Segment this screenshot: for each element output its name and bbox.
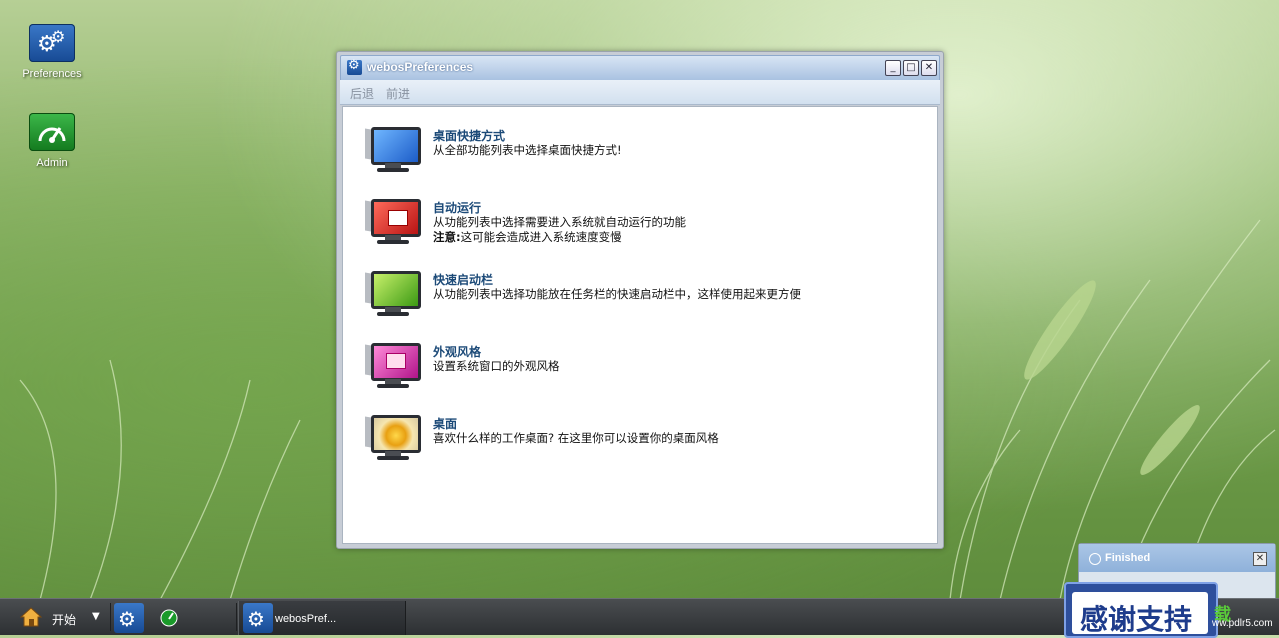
quick-launch-admin[interactable]: [154, 603, 184, 633]
gears-icon: ⚙: [118, 607, 136, 631]
pref-item-appearance[interactable]: 外观风格 设置系统窗口的外观风格: [363, 339, 923, 395]
gears-icon: ⚙: [243, 603, 273, 633]
desktop-icon-admin[interactable]: Admin: [17, 113, 87, 169]
pref-item-desc: 设置系统窗口的外观风格: [433, 359, 560, 373]
pref-item-desktop-shortcuts[interactable]: 桌面快捷方式 从全部功能列表中选择桌面快捷方式!: [363, 123, 923, 179]
watermark-site: ww.pdlr5.com: [1212, 618, 1273, 629]
window-titlebar[interactable]: ⚙ webosPreferences _ □ ✕: [340, 55, 940, 81]
watermark-banner: 感谢支持: [1064, 582, 1218, 638]
desktop-icon-label: Admin: [36, 157, 68, 169]
speedometer-icon: [160, 609, 178, 627]
note-text: 这可能会造成进入系统速度变慢: [460, 230, 622, 244]
taskbar-window-button[interactable]: ⚙ webosPref...: [238, 601, 406, 635]
close-button[interactable]: ✕: [921, 60, 937, 76]
window-title: webosPreferences: [367, 60, 474, 74]
quick-launch-preferences[interactable]: ⚙: [114, 603, 144, 633]
notification-title: Finished: [1105, 552, 1151, 564]
monitor-red-icon: [363, 195, 421, 247]
taskbar-window-label: webosPref...: [275, 613, 337, 625]
maximize-button[interactable]: □: [903, 60, 919, 76]
pref-item-desktop[interactable]: 桌面 喜欢什么样的工作桌面? 在这里你可以设置你的桌面风格: [363, 411, 923, 467]
desktop-icon-preferences[interactable]: ⚙ ⚙ Preferences: [17, 24, 87, 80]
chevron-down-icon[interactable]: ▼: [92, 611, 100, 622]
note-label: 注意:: [433, 230, 461, 244]
pref-item-desc: 从功能列表中选择功能放在任务栏的快速启动栏中，这样使用起来更方便: [433, 287, 801, 301]
desktop-icon-label: Preferences: [22, 68, 82, 80]
monitor-blue-icon: [363, 123, 421, 175]
pref-item-quick-launch[interactable]: 快速启动栏 从功能列表中选择功能放在任务栏的快速启动栏中，这样使用起来更方便: [363, 267, 923, 323]
pref-item-desc: 喜欢什么样的工作桌面? 在这里你可以设置你的桌面风格: [433, 431, 719, 445]
preferences-window: ⚙ webosPreferences _ □ ✕ 后退 前进 桌面快捷方式 从全…: [336, 51, 944, 549]
monitor-flower-icon: [363, 411, 421, 463]
minimize-button[interactable]: _: [885, 60, 901, 76]
clock-icon: [1089, 553, 1101, 565]
home-icon: [20, 607, 42, 627]
speedometer-icon: [29, 113, 75, 151]
notification-header: Finished ✕: [1079, 544, 1275, 572]
pref-item-note: 注意:这可能会造成进入系统速度变慢: [433, 229, 622, 245]
gears-icon: ⚙: [347, 58, 362, 75]
gears-icon: ⚙ ⚙: [29, 24, 75, 62]
preferences-list: 桌面快捷方式 从全部功能列表中选择桌面快捷方式! 自动运行 从功能列表中选择需要…: [342, 106, 938, 544]
pref-item-desc: 从功能列表中选择需要进入系统就自动运行的功能: [433, 215, 686, 229]
pref-item-autorun[interactable]: 自动运行 从功能列表中选择需要进入系统就自动运行的功能 注意:这可能会造成进入系…: [363, 195, 923, 251]
back-button[interactable]: 后退: [350, 85, 374, 102]
start-button[interactable]: 开始 ▼: [0, 599, 108, 635]
start-label: 开始: [52, 613, 77, 627]
watermark-text: 感谢支持: [1080, 603, 1193, 636]
pref-item-desc: 从全部功能列表中选择桌面快捷方式!: [433, 143, 622, 157]
notification-close-button[interactable]: ✕: [1253, 552, 1267, 566]
monitor-green-icon: [363, 267, 421, 319]
monitor-pink-icon: [363, 339, 421, 391]
forward-button[interactable]: 前进: [386, 85, 410, 102]
window-menubar: 后退 前进: [340, 80, 940, 105]
